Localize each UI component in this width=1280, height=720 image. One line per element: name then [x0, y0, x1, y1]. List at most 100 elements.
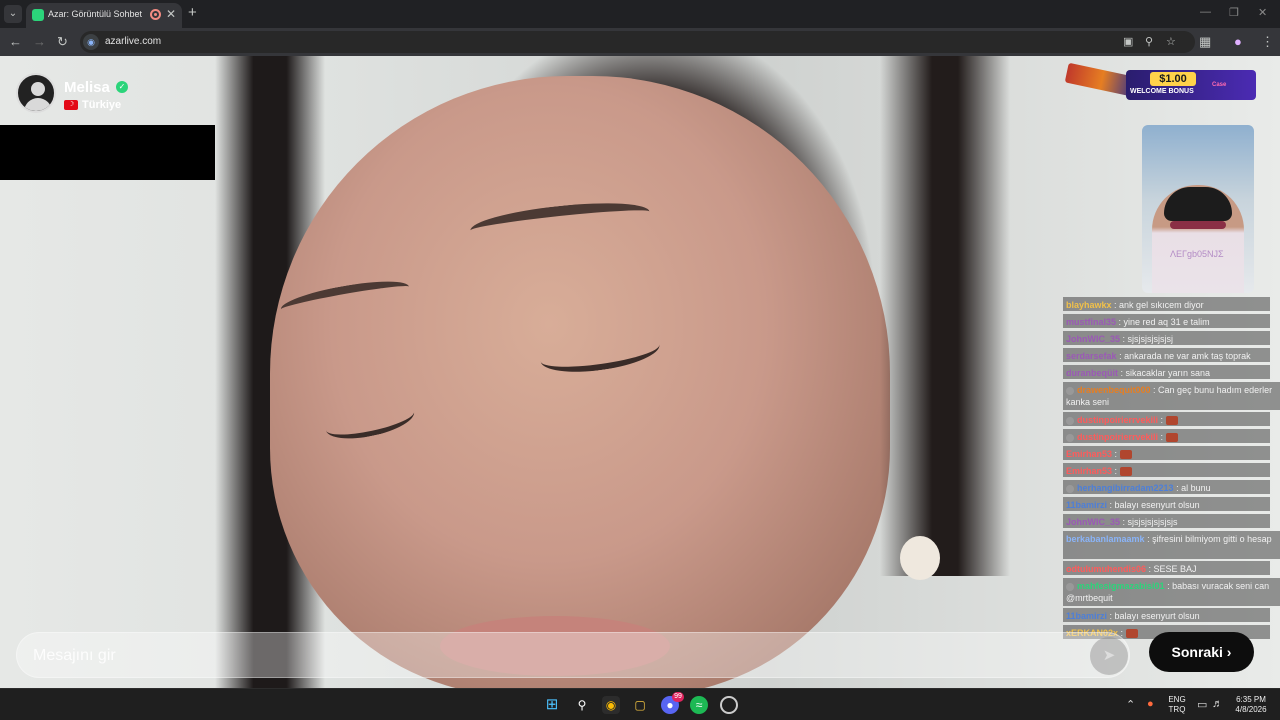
video-content — [900, 536, 940, 580]
emote-icon — [1120, 467, 1133, 477]
user-country: Türkiye — [82, 99, 122, 111]
user-badge-icon — [1066, 433, 1074, 442]
ad-text: WELCOME BONUS — [1130, 88, 1194, 95]
chat-text: : sjsjsjsjsjsjsj — [1122, 334, 1174, 344]
forward-icon[interactable]: → — [33, 34, 46, 49]
zoom-icon[interactable]: ⚲ — [1145, 35, 1153, 48]
display-icon[interactable]: ▭ — [1197, 698, 1207, 711]
chat-message: Emirhan53 : — [1063, 446, 1270, 460]
chat-text: : sikacaklar yarın sana — [1120, 368, 1211, 378]
chat-username: dustinpoirierrvekili — [1077, 432, 1159, 442]
chat-text: : — [1114, 449, 1118, 459]
turkey-flag-icon: ☽ — [64, 100, 78, 110]
video-content — [880, 56, 1010, 576]
next-button-label: Sonraki — [1171, 644, 1223, 660]
menu-icon[interactable]: ⋮ — [1261, 34, 1274, 50]
volume-icon[interactable]: ♬ — [1212, 698, 1223, 710]
chat-message: odtulumuhendis06 : SESE BAJ — [1063, 561, 1270, 575]
clock[interactable]: 6:35 PM 4/8/2026 — [1228, 695, 1274, 715]
chat-text: : SESE BAJ — [1148, 564, 1197, 574]
spotify-icon[interactable]: ≈ — [690, 696, 708, 714]
search-icon[interactable]: ⚲ — [573, 696, 591, 714]
bookmark-star-icon[interactable]: ☆ — [1166, 35, 1176, 48]
windows-start-icon[interactable]: ⊞ — [543, 696, 561, 714]
profile-avatar-icon[interactable]: ● — [1234, 34, 1242, 49]
chat-message: blayhawkx : ank gel sıkıcem diyor — [1063, 297, 1270, 311]
emote-icon — [1166, 416, 1179, 426]
chat-text: : ank gel sıkıcem diyor — [1114, 300, 1204, 310]
reload-icon[interactable]: ↻ — [57, 34, 68, 50]
extensions-icon[interactable]: ▦ — [1199, 34, 1211, 50]
discord-badge: 99 — [672, 692, 684, 702]
tab-search-button[interactable]: ⌄ — [4, 5, 22, 23]
next-button[interactable]: Sonraki › — [1149, 632, 1254, 672]
chat-text: : — [1160, 415, 1164, 425]
back-icon[interactable]: ← — [9, 34, 22, 49]
chat-username: dustinpoirierrvekili — [1077, 415, 1159, 425]
send-icon[interactable]: ➤ — [1090, 637, 1128, 675]
chat-username: serdarsefak — [1066, 351, 1117, 361]
chat-username: 11bamirzi — [1066, 611, 1108, 621]
chat-message: serdarsefak : ankarada ne var amk taş to… — [1063, 348, 1270, 362]
chat-username: mahfesigmazabisi01 — [1077, 581, 1165, 591]
azar-favicon-icon — [32, 9, 44, 21]
ad-box: $1.00 WELCOME BONUS Case — [1126, 70, 1256, 100]
ad-brand: Case — [1212, 82, 1227, 88]
tab-title: Azar: Görüntülü Sohbet & — [48, 9, 144, 19]
user-badge-icon — [1066, 484, 1074, 493]
address-bar[interactable]: ◉ azarlive.com ▣ ⚲ ☆ — [80, 31, 1195, 53]
maximize-icon[interactable]: ❐ — [1229, 6, 1239, 19]
chat-text: : şifresini bilmiyom gitti o hesap — [1147, 534, 1272, 544]
site-info-icon[interactable]: ◉ — [83, 34, 99, 50]
avatar-head — [31, 82, 45, 96]
user-badge-icon — [1066, 582, 1074, 591]
file-explorer-icon[interactable]: ▢ — [631, 696, 649, 714]
chat-message: herhangibirradam2213 : al bunu — [1063, 480, 1270, 494]
chat-text: : — [1160, 432, 1164, 442]
close-window-icon[interactable]: ✕ — [1258, 6, 1267, 19]
ad-banner[interactable]: $1.00 WELCOME BONUS Case — [1064, 62, 1258, 110]
user-badge-icon — [1066, 416, 1074, 425]
chat-message: 11bamirzi : balayı esenyurt olsun — [1063, 608, 1270, 622]
message-bar — [16, 632, 1130, 678]
lang-top: ENG — [1168, 695, 1186, 704]
chat-text: : al bunu — [1176, 483, 1211, 493]
close-tab-icon[interactable]: ✕ — [166, 7, 176, 21]
chat-message: Emirhan53 : — [1063, 463, 1270, 477]
tray-chevron-icon[interactable]: ⌃ — [1126, 698, 1135, 711]
microphone-icon[interactable]: ● — [1147, 698, 1154, 710]
chat-username: duranbeqüit — [1066, 368, 1118, 378]
taskbar: ⊞ ⚲ ◉ ▢ ● 99 ≈ ⌃ ● ENG TRQ ▭ ♬ 6:35 PM 4… — [0, 688, 1280, 720]
self-glasses — [1170, 221, 1226, 229]
minimize-icon[interactable]: — — [1200, 6, 1211, 18]
verified-icon: ✓ — [116, 81, 128, 93]
chrome-icon[interactable]: ◉ — [602, 696, 620, 714]
browser-toolbar: ← → ↻ ◉ azarlive.com ▣ ⚲ ☆ ▦ ● ⋮ — [0, 28, 1280, 56]
app-icon[interactable] — [720, 696, 738, 714]
recording-icon — [150, 9, 161, 20]
avatar[interactable] — [16, 73, 56, 113]
chat-text: : balayı esenyurt olsun — [1109, 611, 1200, 621]
clock-time: 6:35 PM — [1236, 695, 1266, 704]
chat-username: JohnWIC_35 — [1066, 517, 1121, 527]
browser-tab[interactable]: Azar: Görüntülü Sohbet & ✕ — [26, 3, 182, 28]
self-cam-tag: ΛΕΓgb05NJΣ — [1170, 249, 1224, 259]
chat-message: JohnWIC_35 : sjsjsjsjsjsjsj — [1063, 331, 1270, 345]
message-input[interactable] — [33, 645, 1033, 667]
cast-icon[interactable]: ▣ — [1123, 35, 1133, 48]
chat-username: Emirhan53 — [1066, 449, 1113, 459]
self-camera-preview[interactable]: ΛΕΓgb05NJΣ — [1142, 125, 1254, 293]
chat-message: dustinpoirierrvekili : — [1063, 412, 1270, 426]
chat-message: 11bamirzi : balayı esenyurt olsun — [1063, 497, 1270, 511]
emote-icon — [1120, 450, 1133, 460]
chat-username: JohnWIC_35 — [1066, 334, 1121, 344]
chat-text: : ankarada ne var amk taş toprak — [1119, 351, 1251, 361]
new-tab-icon[interactable]: + — [188, 4, 197, 21]
chat-username: blayhawkx — [1066, 300, 1112, 310]
user-badge-icon — [1066, 386, 1074, 395]
clock-date: 4/8/2026 — [1235, 705, 1267, 714]
chat-text: : yine red aq 31 e talim — [1118, 317, 1210, 327]
chat-text: : balayı esenyurt olsun — [1109, 500, 1200, 510]
user-name: Melisa — [64, 79, 110, 96]
chat-username: odtulumuhendis06 — [1066, 564, 1147, 574]
